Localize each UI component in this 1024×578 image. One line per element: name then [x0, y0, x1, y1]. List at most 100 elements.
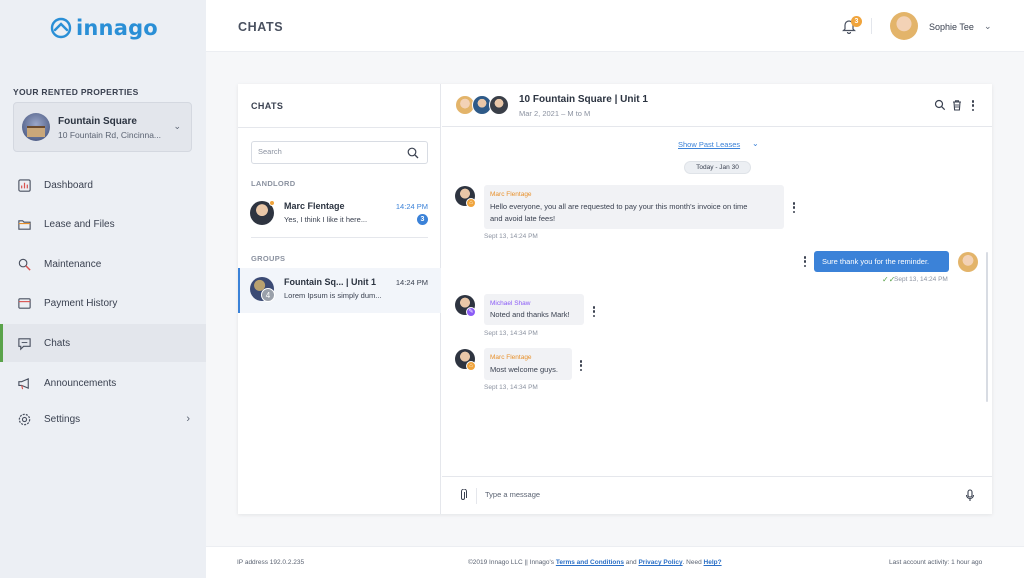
- member-count-badge: 4: [261, 288, 275, 302]
- logo[interactable]: innago: [50, 16, 158, 40]
- message-text: Sure thank you for the reminder.: [822, 257, 930, 266]
- notification-badge: 3: [851, 16, 862, 27]
- sidebar-item-label: Lease and Files: [44, 218, 115, 230]
- need-text: . Need: [682, 559, 702, 566]
- conversation-snippet: Lorem Ipsum is simply dum...: [284, 291, 382, 300]
- scrollbar[interactable]: [986, 252, 988, 402]
- terms-link[interactable]: Terms and Conditions: [556, 559, 624, 566]
- home-icon: ⌂: [466, 198, 476, 208]
- sidebar-item-payment-history[interactable]: Payment History: [0, 284, 206, 322]
- more-options-icon[interactable]: [971, 100, 975, 111]
- sidebar-item-label: Dashboard: [44, 179, 93, 191]
- sidebar-item-announcements[interactable]: Announcements: [0, 364, 206, 402]
- user-name[interactable]: Sophie Tee: [929, 22, 974, 32]
- message-sender: Marc Flentage: [490, 354, 532, 361]
- conversation-title: 10 Fountain Square | Unit 1: [519, 94, 648, 105]
- attachment-icon[interactable]: [458, 489, 468, 502]
- message-text: Most welcome guys.: [490, 365, 558, 374]
- message-bubble-outgoing: Sure thank you for the reminder.: [814, 251, 949, 272]
- property-name: Fountain Square: [58, 116, 137, 127]
- footer: IP address 192.0.2.235 ©2019 Innago LLC …: [206, 546, 1024, 578]
- sidebar-item-dashboard[interactable]: Dashboard: [0, 166, 206, 204]
- conversation-time: 14:24 PM: [395, 202, 428, 211]
- header-divider: [871, 18, 872, 34]
- sidebar-item-label: Maintenance: [44, 258, 102, 270]
- copyright: ©2019 Innago LLC || Innago's Terms and C…: [468, 559, 722, 566]
- chat-card: CHATS LANDLORD Marc Flentage 14:24 PM Ye…: [238, 84, 992, 514]
- sidebar: innago YOUR RENTED PROPERTIES Fountain S…: [0, 0, 206, 578]
- payment-icon: [18, 297, 31, 309]
- chat-icon: [18, 337, 31, 350]
- chat-list-panel: CHATS LANDLORD Marc Flentage 14:24 PM Ye…: [238, 84, 441, 514]
- wrench-icon: ✎: [466, 307, 476, 317]
- message-time: Sept 13, 14:24 PM: [894, 276, 948, 283]
- trash-icon[interactable]: [951, 99, 963, 111]
- sidebar-item-label: Chats: [44, 337, 71, 349]
- conversation-group[interactable]: 4 Fountain Sq... | Unit 1 14:24 PM Lorem…: [238, 268, 441, 313]
- message-time: Sept 13, 14:34 PM: [484, 330, 538, 337]
- message-text: Noted and thanks Mark!: [490, 310, 570, 319]
- sidebar-item-label: Payment History: [44, 297, 118, 309]
- message-options-icon[interactable]: [579, 360, 583, 371]
- sidebar-item-chats[interactable]: Chats: [0, 324, 206, 362]
- sidebar-item-maintenance[interactable]: Maintenance: [0, 245, 206, 283]
- groups-section-label: GROUPS: [251, 254, 286, 263]
- dashboard-icon: [18, 178, 31, 192]
- conversation-subtitle: Mar 2, 2021 – M to M: [519, 109, 591, 118]
- wrench-icon: [18, 258, 31, 271]
- folder-icon: [18, 219, 31, 230]
- last-activity: Last account activity: 1 hour ago: [889, 559, 983, 566]
- sidebar-item-label: Settings: [44, 413, 81, 425]
- chat-list-title: CHATS: [251, 101, 284, 111]
- copyright-text: ©2019 Innago LLC || Innago's: [468, 559, 555, 566]
- date-divider: Today - Jan 30: [684, 161, 751, 174]
- top-header: CHATS 3 Sophie Tee ⌄: [206, 0, 1024, 52]
- conversation-header: 10 Fountain Square | Unit 1 Mar 2, 2021 …: [442, 84, 992, 127]
- search-icon[interactable]: [407, 147, 419, 159]
- megaphone-icon: [18, 377, 29, 389]
- logo-text: innago: [76, 16, 158, 40]
- property-selector[interactable]: Fountain Square 10 Fountain Rd, Cincinna…: [13, 102, 192, 152]
- property-thumbnail: [22, 113, 50, 141]
- logo-icon: [50, 17, 72, 39]
- message-text: Hello everyone, you all are requested to…: [490, 202, 748, 211]
- conversation-snippet: Yes, I think I like it here...: [284, 215, 368, 224]
- home-icon: ⌂: [466, 361, 476, 371]
- chevron-down-icon[interactable]: ⌄: [752, 139, 759, 148]
- message-options-icon[interactable]: [792, 202, 796, 213]
- help-link[interactable]: Help?: [704, 559, 722, 566]
- message-text: and avoid late fees!: [490, 214, 556, 223]
- message-time: Sept 13, 14:24 PM: [484, 233, 538, 240]
- search-box[interactable]: [251, 141, 428, 164]
- gear-icon: [18, 413, 31, 425]
- sidebar-item-lease-files[interactable]: Lease and Files: [0, 205, 206, 243]
- message-composer: [442, 476, 992, 514]
- and-text: and: [625, 559, 637, 566]
- conversation-name: Marc Flentage: [284, 201, 345, 211]
- conversation-landlord[interactable]: Marc Flentage 14:24 PM Yes, I think I li…: [238, 192, 441, 237]
- message-options-icon[interactable]: [803, 256, 807, 267]
- divider: [251, 237, 428, 238]
- message-time: Sept 13, 14:34 PM: [484, 384, 538, 391]
- avatar: [489, 95, 509, 115]
- message-options-icon[interactable]: [592, 306, 596, 317]
- sidebar-item-settings[interactable]: Settings ›: [0, 400, 206, 438]
- show-past-leases-link[interactable]: Show Past Leases: [678, 140, 740, 149]
- conversation-panel: 10 Fountain Square | Unit 1 Mar 2, 2021 …: [442, 84, 992, 514]
- message-input[interactable]: [485, 490, 885, 499]
- ip-address: IP address 192.0.2.235: [237, 559, 305, 566]
- chevron-down-icon: ⌄: [173, 121, 181, 131]
- search-icon[interactable]: [934, 99, 946, 111]
- search-input[interactable]: [258, 147, 398, 156]
- message-bubble: Marc Flentage Most welcome guys.: [484, 348, 572, 380]
- message-bubble: Michael Shaw Noted and thanks Mark!: [484, 294, 584, 325]
- divider: [238, 127, 441, 128]
- properties-title: YOUR RENTED PROPERTIES: [13, 87, 139, 97]
- chevron-down-icon[interactable]: ⌄: [984, 21, 992, 32]
- avatar[interactable]: [890, 12, 918, 40]
- property-address: 10 Fountain Rd, Cincinna...: [58, 130, 162, 140]
- unread-badge: 3: [417, 214, 428, 225]
- microphone-icon[interactable]: [965, 489, 975, 502]
- privacy-link[interactable]: Privacy Policy: [638, 559, 682, 566]
- message-bubble: Marc Flentage Hello everyone, you all ar…: [484, 185, 784, 229]
